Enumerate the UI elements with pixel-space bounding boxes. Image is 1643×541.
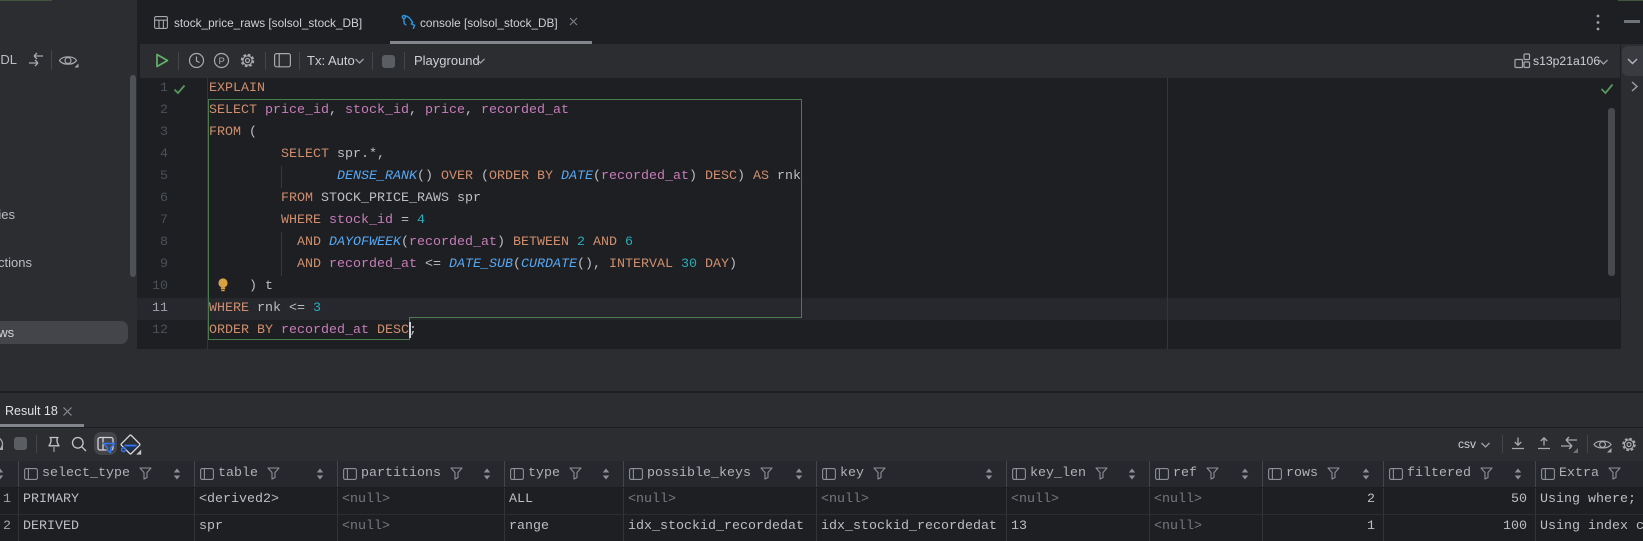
svg-text:P: P: [219, 56, 225, 67]
